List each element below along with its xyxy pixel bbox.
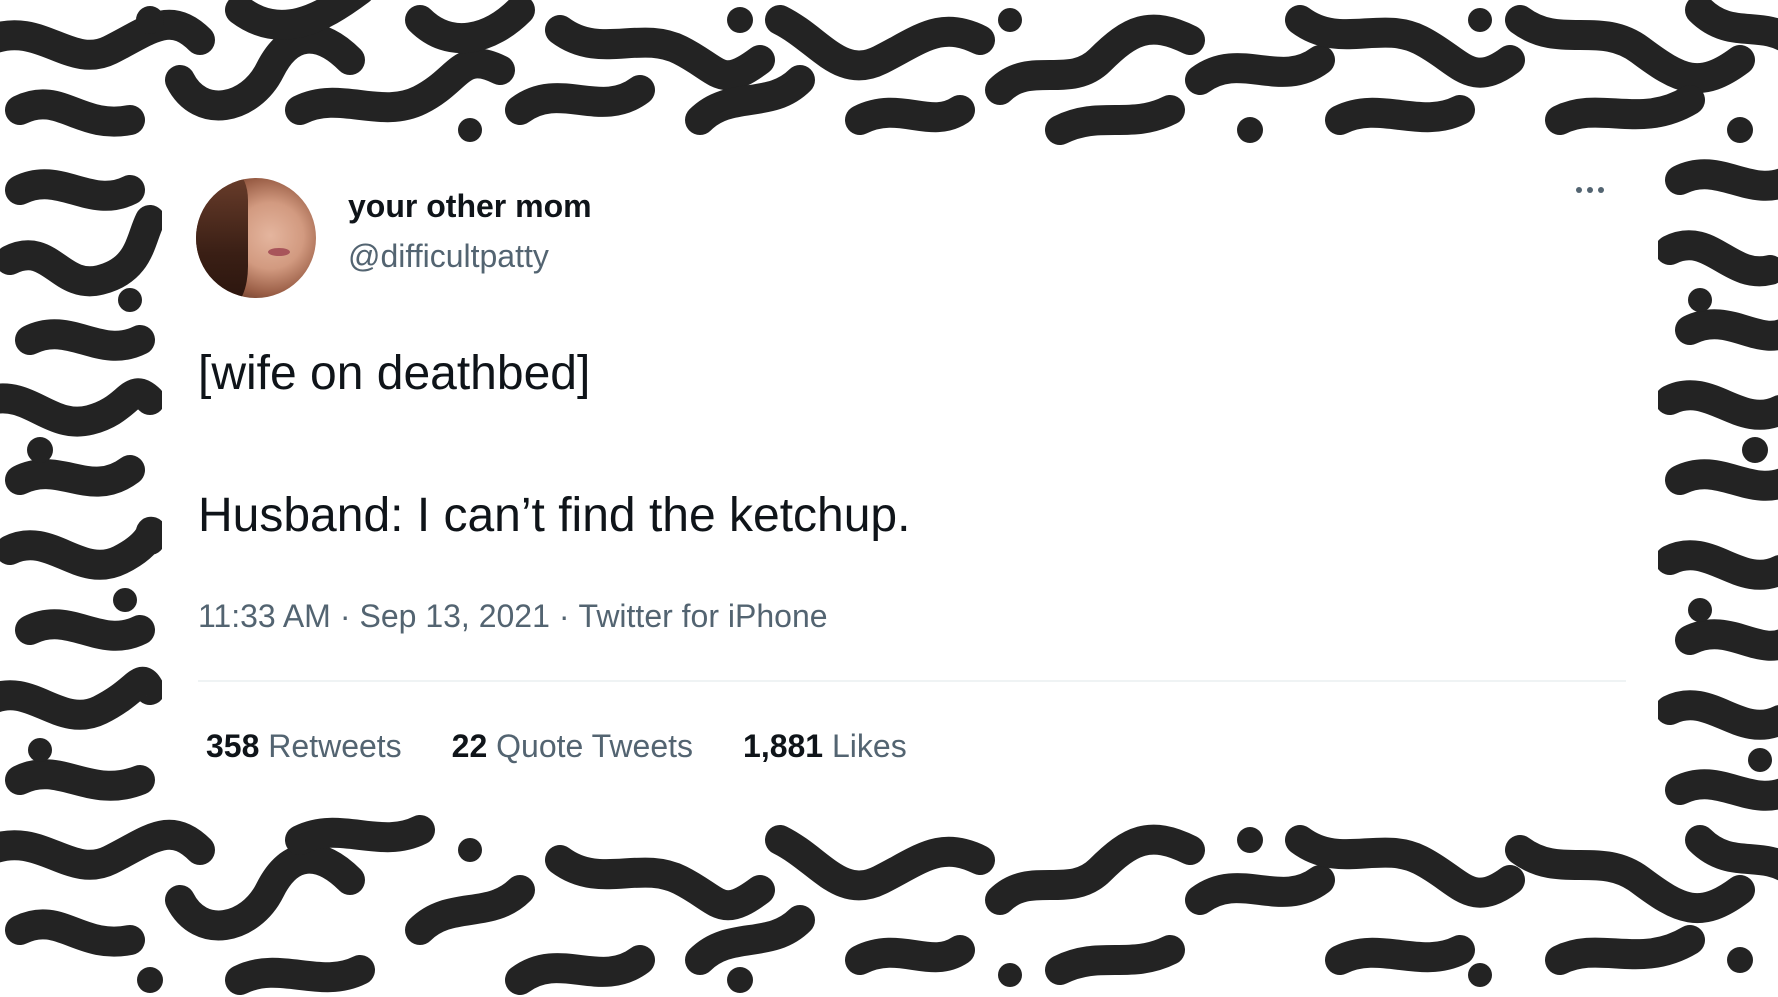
meta-separator: ·	[339, 598, 351, 634]
tweet-text-line: Husband: I can’t find the ketchup.	[198, 489, 911, 542]
tweet-text-line: [wife on deathbed]	[198, 347, 591, 400]
avatar-lips-shape	[268, 248, 290, 256]
author-avatar[interactable]	[196, 178, 316, 298]
more-horizontal-icon-dot	[1576, 187, 1582, 193]
more-horizontal-icon-dot	[1587, 187, 1593, 193]
tweet-date[interactable]: Sep 13, 2021	[359, 598, 549, 634]
retweets-label: Retweets	[268, 728, 402, 764]
retweets-count: 358	[206, 728, 260, 764]
avatar-hair-shape	[196, 178, 248, 298]
quote-tweets-label: Quote Tweets	[496, 728, 694, 764]
author-handle[interactable]: @difficultpatty	[348, 238, 549, 275]
author-display-name[interactable]: your other mom	[348, 188, 592, 225]
tweet-metadata: 11:33 AM · Sep 13, 2021 · Twitter for iPhone	[198, 598, 828, 635]
meta-separator: ·	[558, 598, 570, 634]
tweet-stats: 358 Retweets 22 Quote Tweets 1,881 Likes	[206, 728, 907, 765]
image-canvas: your other mom @difficultpatty [wife on …	[0, 0, 1778, 997]
stats-divider	[198, 680, 1626, 682]
likes-stat[interactable]: 1,881 Likes	[743, 728, 907, 765]
more-horizontal-icon-dot	[1598, 187, 1604, 193]
tweet-time[interactable]: 11:33 AM	[198, 598, 331, 634]
likes-count: 1,881	[743, 728, 824, 764]
tweet-card: your other mom @difficultpatty [wife on …	[162, 158, 1658, 804]
more-options-button[interactable]	[1566, 174, 1614, 206]
quote-tweets-count: 22	[451, 728, 488, 764]
likes-label: Likes	[831, 728, 907, 764]
tweet-source[interactable]: Twitter for iPhone	[579, 598, 828, 634]
quote-tweets-stat[interactable]: 22 Quote Tweets	[452, 728, 693, 765]
retweets-stat[interactable]: 358 Retweets	[206, 728, 402, 765]
